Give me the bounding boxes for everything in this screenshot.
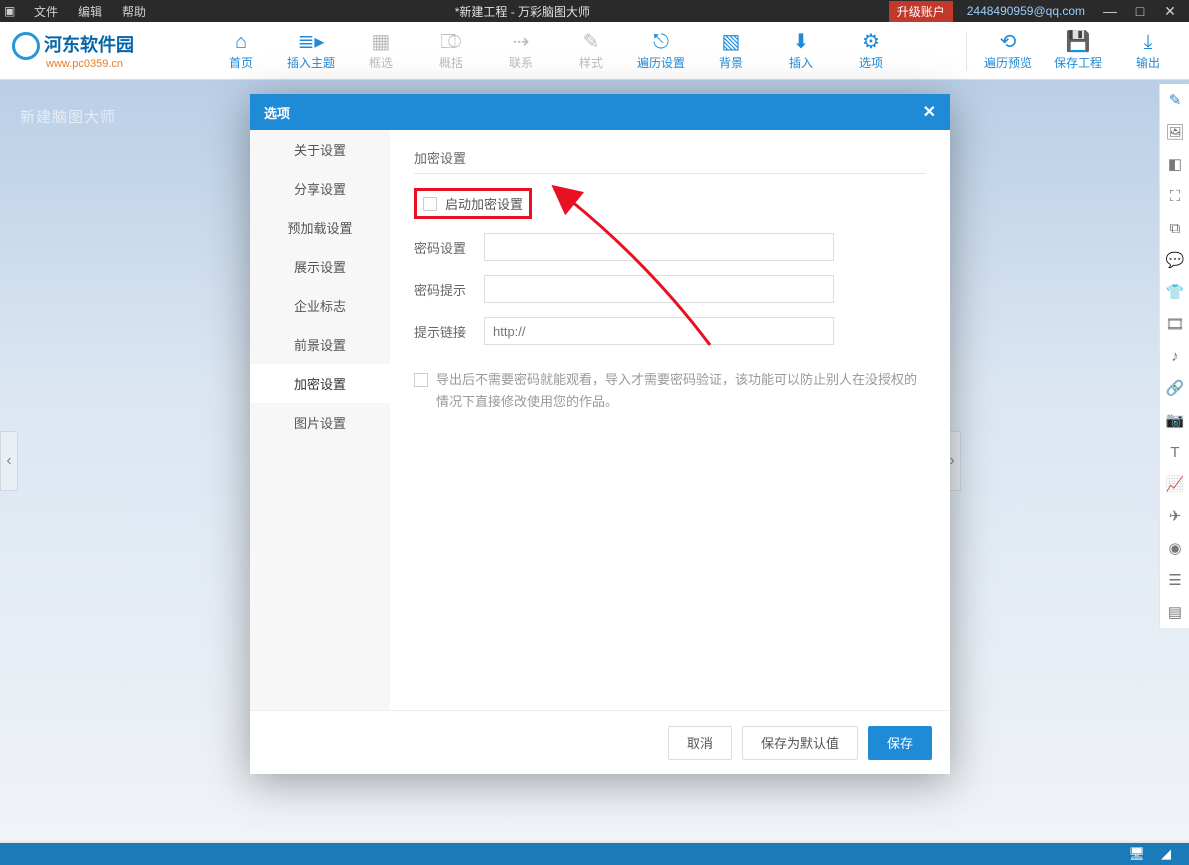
- insert-icon: ⬇: [766, 30, 836, 54]
- highlight-annotation: 启动加密设置: [414, 188, 532, 219]
- shapes-icon[interactable]: ◧: [1160, 148, 1189, 180]
- flash-icon[interactable]: ⧉: [1160, 212, 1189, 244]
- titlebar: ▣ 文件 编辑 帮助 *新建工程 - 万彩脑图大师 升级账户 244849095…: [0, 0, 1189, 22]
- maximize-button[interactable]: □: [1125, 3, 1155, 19]
- playback-icon: ⎋: [626, 30, 696, 54]
- upgrade-button[interactable]: 升级账户: [889, 1, 953, 22]
- options-dialog: 选项 ✕ 关于设置 分享设置 预加载设置 展示设置 企业标志 前景设置 加密设置…: [250, 94, 950, 774]
- ribbon-background[interactable]: ▧背景: [696, 30, 766, 71]
- edit-icon[interactable]: ✎: [1160, 84, 1189, 116]
- enable-encryption-label: 启动加密设置: [445, 194, 523, 213]
- circle-icon[interactable]: ◉: [1160, 532, 1189, 564]
- relation-icon: ⇢: [486, 30, 556, 54]
- dialog-header: 选项 ✕: [250, 94, 950, 130]
- preview-icon: ⟲: [973, 30, 1043, 54]
- link-icon[interactable]: 🔗: [1160, 372, 1189, 404]
- cancel-button[interactable]: 取消: [668, 726, 732, 760]
- password-input[interactable]: [484, 233, 834, 261]
- sidebar-item-share[interactable]: 分享设置: [250, 169, 390, 208]
- link-label: 提示链接: [414, 322, 484, 341]
- sidebar-item-about[interactable]: 关于设置: [250, 130, 390, 169]
- ribbon-export[interactable]: ⤓输出: [1113, 30, 1183, 71]
- menu-edit[interactable]: 编辑: [68, 3, 112, 20]
- sidebar-item-image[interactable]: 图片设置: [250, 403, 390, 442]
- ribbon-home[interactable]: ⌂首页: [206, 30, 276, 71]
- dialog-footer: 取消 保存为默认值 保存: [250, 710, 950, 774]
- sidebar-item-display[interactable]: 展示设置: [250, 247, 390, 286]
- help-checkbox[interactable]: [414, 373, 428, 387]
- password-label: 密码设置: [414, 238, 484, 257]
- shirt-icon[interactable]: 👕: [1160, 276, 1189, 308]
- right-toolbar: ✎ 🖼 ◧ ⛶ ⧉ 💬 👕 🎞 ♪ 🔗 📷 T 📈 ✈ ◉ ☰ ▤: [1159, 84, 1189, 628]
- dialog-sidebar: 关于设置 分享设置 预加载设置 展示设置 企业标志 前景设置 加密设置 图片设置: [250, 130, 390, 710]
- layers-icon[interactable]: ☰: [1160, 564, 1189, 596]
- section-title: 加密设置: [414, 148, 926, 174]
- expand-icon[interactable]: ⛶: [1160, 180, 1189, 212]
- dialog-content: 加密设置 启动加密设置 密码设置 密码提示 提示链接 导出后不需要密码就能观看，…: [390, 130, 950, 710]
- watermark-text: 新建脑图大师: [20, 106, 116, 127]
- image-icon[interactable]: 🖼: [1160, 116, 1189, 148]
- close-window-button[interactable]: ✕: [1155, 3, 1185, 20]
- save-button[interactable]: 保存: [868, 726, 932, 760]
- ribbon-toolbar: 河东软件园 www.pc0359.cn ⌂首页 ≣▸插入主题 ▦框选 ⎄概括 ⇢…: [0, 22, 1189, 80]
- statusbar: 🖥 ◢: [0, 843, 1189, 865]
- statusbar-resize-icon[interactable]: ◢: [1161, 846, 1171, 862]
- ribbon-save-project[interactable]: 💾保存工程: [1043, 30, 1113, 71]
- options-icon: ⚙: [836, 30, 906, 54]
- enable-encryption-checkbox[interactable]: [423, 197, 437, 211]
- dialog-close-button[interactable]: ✕: [923, 102, 936, 122]
- ribbon-style[interactable]: ✎样式: [556, 30, 626, 71]
- style-icon: ✎: [556, 30, 626, 54]
- camera-icon[interactable]: 📷: [1160, 404, 1189, 436]
- sidebar-item-encryption[interactable]: 加密设置: [250, 364, 390, 403]
- ribbon-relation[interactable]: ⇢联系: [486, 30, 556, 71]
- sidebar-item-preload[interactable]: 预加载设置: [250, 208, 390, 247]
- link-input[interactable]: [484, 317, 834, 345]
- dialog-title: 选项: [264, 103, 923, 122]
- ribbon-playback-settings[interactable]: ⎋遍历设置: [626, 30, 696, 71]
- ribbon-options[interactable]: ⚙选项: [836, 30, 906, 71]
- frame-icon: ▦: [346, 30, 416, 54]
- account-label[interactable]: 2448490959@qq.com: [967, 4, 1085, 18]
- music-icon[interactable]: ♪: [1160, 340, 1189, 372]
- app-icon: ▣: [4, 4, 18, 18]
- menu-file[interactable]: 文件: [24, 3, 68, 20]
- window-title: *新建工程 - 万彩脑图大师: [156, 3, 889, 20]
- menu-help[interactable]: 帮助: [112, 3, 156, 20]
- home-icon: ⌂: [206, 30, 276, 54]
- sidebar-item-foreground[interactable]: 前景设置: [250, 325, 390, 364]
- ribbon-preview[interactable]: ⟲遍历预览: [973, 30, 1043, 71]
- hint-input[interactable]: [484, 275, 834, 303]
- text-icon[interactable]: T: [1160, 436, 1189, 468]
- canvas-prev-button[interactable]: ‹: [0, 431, 18, 491]
- logo: 河东软件园 www.pc0359.cn: [6, 31, 206, 70]
- ribbon-frame[interactable]: ▦框选: [346, 30, 416, 71]
- ribbon-insert[interactable]: ⬇插入: [766, 30, 836, 71]
- chart-icon[interactable]: 📈: [1160, 468, 1189, 500]
- chat-icon[interactable]: 💬: [1160, 244, 1189, 276]
- send-icon[interactable]: ✈: [1160, 500, 1189, 532]
- help-text: 导出后不需要密码就能观看，导入才需要密码验证，该功能可以防止别人在没授权的情况下…: [436, 369, 926, 413]
- insert-topic-icon: ≣▸: [276, 30, 346, 54]
- ribbon-summary[interactable]: ⎄概括: [416, 30, 486, 71]
- video-icon[interactable]: 🎞: [1160, 308, 1189, 340]
- ribbon-insert-topic[interactable]: ≣▸插入主题: [276, 30, 346, 71]
- summary-icon: ⎄: [416, 30, 486, 54]
- export-icon: ⤓: [1113, 30, 1183, 54]
- background-icon: ▧: [696, 30, 766, 54]
- minimize-button[interactable]: —: [1095, 3, 1125, 19]
- save-icon: 💾: [1043, 30, 1113, 54]
- logo-name: 河东软件园: [44, 35, 134, 55]
- save-default-button[interactable]: 保存为默认值: [742, 726, 858, 760]
- sidebar-item-corporate[interactable]: 企业标志: [250, 286, 390, 325]
- archive-icon[interactable]: ▤: [1160, 596, 1189, 628]
- statusbar-monitor-icon[interactable]: 🖥: [1128, 846, 1145, 862]
- hint-label: 密码提示: [414, 280, 484, 299]
